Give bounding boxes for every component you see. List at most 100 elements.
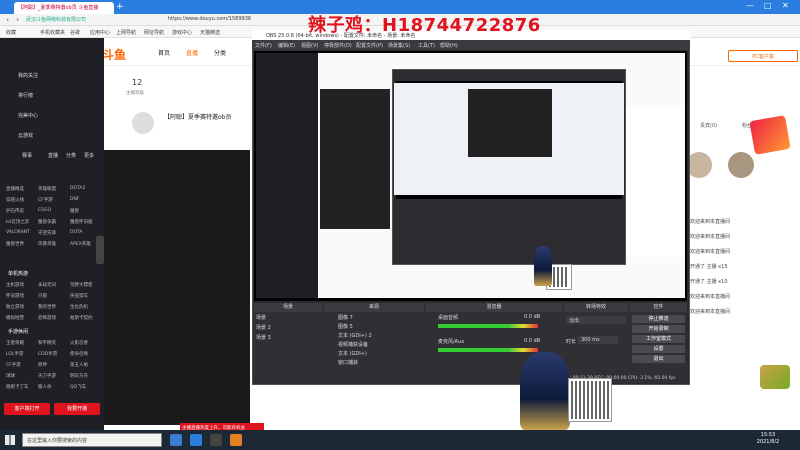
nav-category[interactable]: 分类 (214, 48, 226, 57)
sidebar-item-events[interactable]: 赛事 (22, 152, 32, 159)
promo-badge[interactable] (749, 115, 791, 155)
taskbar-search[interactable]: 在这里输入你要搜索的内容 (22, 433, 162, 447)
sidebar-item-cloud[interactable]: 云游戏 (18, 132, 33, 139)
minimize-icon[interactable]: — (746, 1, 754, 10)
category-link[interactable]: VALORANT (6, 230, 30, 235)
category-link[interactable]: 怀旧游戏 (6, 293, 24, 299)
category-link[interactable]: 球球 (6, 373, 15, 379)
category-link[interactable]: 炉石传说 (6, 208, 24, 214)
category-link[interactable]: 直播精选 (6, 186, 24, 192)
bookmark-item[interactable]: 上网导航 (116, 29, 136, 36)
video-player-area[interactable] (104, 150, 250, 425)
nav-home[interactable]: 首页 (158, 48, 170, 57)
source-item[interactable]: 文本 (GDI+) 2 (338, 332, 372, 339)
close-icon[interactable]: ✕ (782, 1, 789, 10)
category-link[interactable]: DOTA2 (70, 186, 85, 191)
sidebar-item-more[interactable]: 更多 (84, 152, 94, 159)
category-link[interactable]: 独立游戏 (6, 304, 24, 310)
category-link[interactable]: 穿越火线 (6, 197, 24, 203)
source-item[interactable]: 窗口捕获 (338, 359, 358, 366)
sidebar-item-follow[interactable]: 我的关注 (18, 72, 38, 79)
bookmark-item[interactable]: 网址导航 (144, 29, 164, 36)
menu-scene-collection[interactable]: 场景集(S) (388, 42, 410, 49)
category-link[interactable]: 魔兽怀旧服 (70, 219, 93, 225)
pc-client-button[interactable]: PC客户端 (728, 50, 798, 62)
category-link[interactable]: 主机游戏 (6, 282, 24, 288)
avatar[interactable] (132, 112, 154, 134)
bookmark-item[interactable]: 游戏中心 (172, 29, 192, 36)
category-link[interactable]: 荒野大镖客 (70, 282, 93, 288)
nav-live[interactable]: 直播 (186, 48, 198, 57)
category-link[interactable]: APEX英雄 (70, 241, 91, 247)
bookmark-item[interactable]: 手机收藏夹 (40, 29, 65, 36)
sidebar-item-cat[interactable]: 分类 (66, 152, 76, 159)
menu-view[interactable]: 视图(V) (301, 42, 318, 49)
category-link[interactable]: CF手游 (38, 197, 53, 203)
category-link[interactable]: lol云顶之弈 (6, 219, 29, 225)
avatar[interactable] (728, 152, 754, 178)
source-item[interactable]: 文本 (GDI+) (338, 350, 367, 357)
category-link[interactable]: DNF (70, 197, 79, 202)
windows-start-icon[interactable] (5, 435, 15, 445)
category-link[interactable]: 侠盗猎车 (70, 293, 88, 299)
event-badge[interactable] (760, 365, 790, 389)
category-link[interactable]: 火影忍者 (70, 340, 88, 346)
exit-button[interactable]: 退出 (632, 355, 685, 363)
category-link[interactable]: 帕斯卡契约 (70, 315, 93, 321)
scene-item[interactable]: 场景 2 (256, 324, 271, 331)
category-link[interactable]: 生化危机 (70, 304, 88, 310)
menu-file[interactable]: 文件(F) (255, 42, 272, 49)
system-clock[interactable]: 15:53 2021/8/2 (748, 432, 788, 446)
source-item[interactable]: 图像 5 (338, 323, 353, 330)
category-link[interactable]: 第五人格 (70, 362, 88, 368)
browser-icon[interactable] (190, 434, 202, 446)
task-view-icon[interactable] (170, 434, 182, 446)
category-link[interactable]: 狼人杀 (38, 384, 52, 390)
bookmark-item[interactable]: 天猫精选 (200, 29, 220, 36)
category-link[interactable]: 跑跑卡丁车 (6, 384, 29, 390)
category-link[interactable]: 守望先锋 (38, 230, 56, 236)
category-link[interactable]: 明日方舟 (70, 373, 88, 379)
transition-select[interactable]: 淡出 (566, 316, 626, 324)
sidebar-item-center[interactable]: 完美中心 (18, 112, 38, 119)
category-link[interactable]: 天刀手游 (38, 373, 56, 379)
app-icon[interactable] (230, 434, 242, 446)
category-link[interactable]: CSGO (38, 208, 51, 213)
category-link[interactable]: QQ飞车 (70, 384, 86, 390)
source-item[interactable]: 图像 7 (338, 314, 353, 321)
category-link[interactable]: 只狼 (38, 293, 47, 299)
start-stream-button[interactable]: 我要开播 (54, 403, 100, 415)
scene-item[interactable]: 场景 (256, 314, 266, 321)
category-link[interactable]: 魔兽争霸 (38, 219, 56, 225)
category-link[interactable]: 原神 (38, 362, 47, 368)
browser-tab[interactable]: 【阿聪】_夏季赛特邀ob员 斗鱼直播 (14, 2, 114, 14)
menu-help[interactable]: 帮助(H) (440, 42, 458, 49)
bookmark-item[interactable]: 谷歌 (70, 29, 80, 36)
studio-mode-button[interactable]: 工作室模式 (632, 335, 685, 343)
sidebar-item-live[interactable]: 直播 (48, 152, 58, 159)
stop-stream-button[interactable]: 停止推流 (632, 315, 685, 323)
category-link[interactable]: 魔兽 (70, 208, 79, 214)
menu-docks[interactable]: 停靠部件(D) (324, 42, 352, 49)
category-link[interactable]: CF手游 (6, 362, 21, 368)
category-link[interactable]: COD手游 (38, 351, 57, 357)
category-link[interactable]: 和平精英 (38, 340, 56, 346)
category-link[interactable]: 恐怖游戏 (38, 315, 56, 321)
sidebar-collapse-handle[interactable] (96, 236, 104, 264)
category-link[interactable]: LOL手游 (6, 351, 23, 357)
rank-tab-vip[interactable]: 贵宾(0) (700, 122, 717, 129)
source-item[interactable]: 视频捕获设备 (338, 341, 368, 348)
category-link[interactable]: 风暴英雄 (38, 241, 56, 247)
category-link[interactable]: 我的世界 (38, 304, 56, 310)
open-client-button[interactable]: 客户端打开 (4, 403, 50, 415)
maximize-icon[interactable]: □ (764, 1, 772, 10)
menu-edit[interactable]: 编辑(E) (278, 42, 295, 49)
category-link[interactable]: 模拟经营 (6, 315, 24, 321)
category-link[interactable]: DOTA (70, 230, 83, 235)
category-link[interactable]: 英雄联盟 (38, 186, 56, 192)
bookmark-item[interactable]: 收藏 (6, 29, 16, 36)
settings-button[interactable]: 设置 (632, 345, 685, 353)
duration-field[interactable]: 300 ms (578, 336, 618, 344)
category-link[interactable]: 永劫无间 (38, 282, 56, 288)
back-icon[interactable]: ‹ (6, 15, 9, 24)
